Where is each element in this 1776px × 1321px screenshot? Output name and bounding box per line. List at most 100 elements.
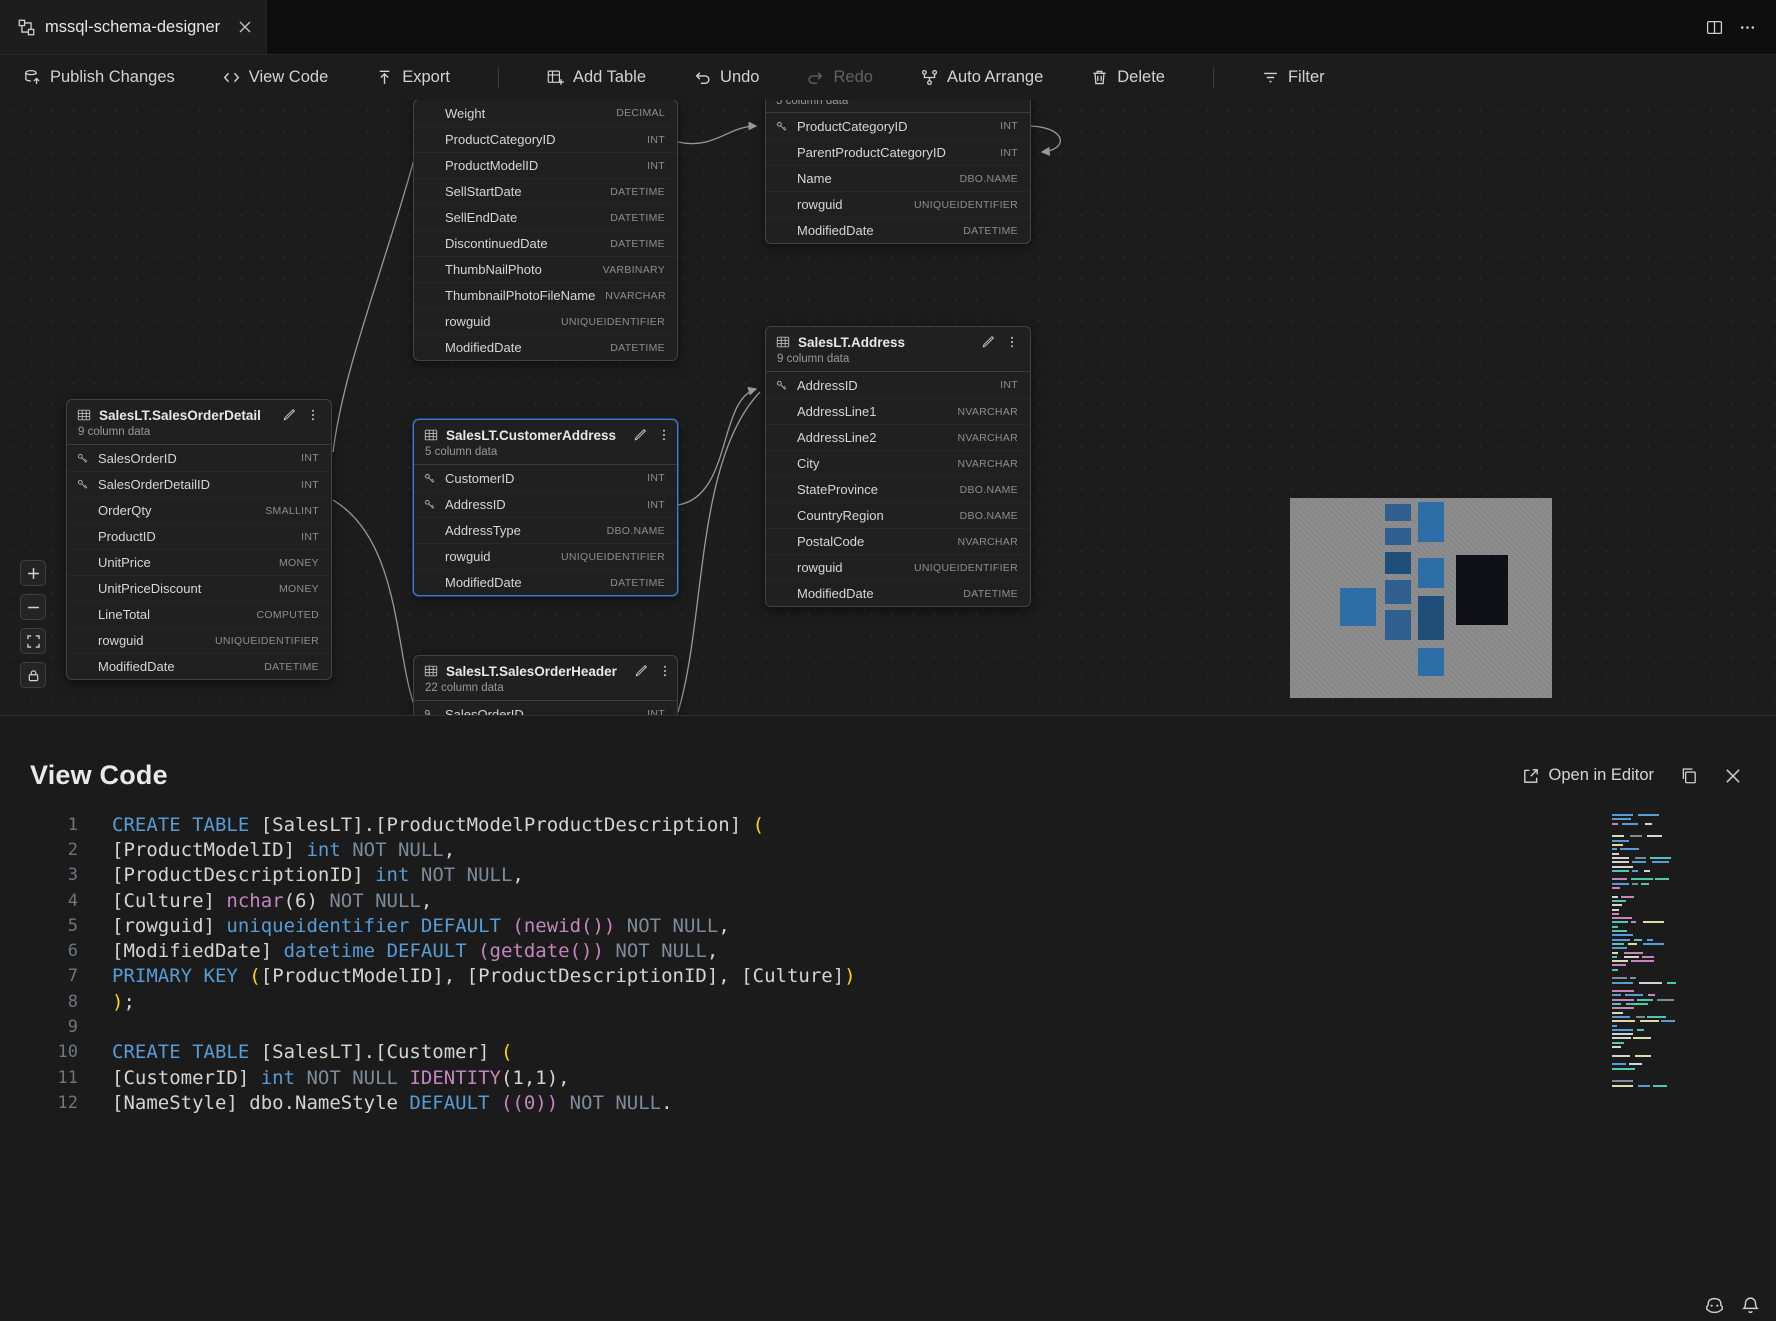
undo-button[interactable]: Undo bbox=[694, 68, 759, 87]
column-row[interactable]: LineTotalCOMPUTED bbox=[67, 601, 331, 627]
minimap-line bbox=[1612, 934, 1684, 936]
column-row[interactable]: rowguidUNIQUEIDENTIFIER bbox=[414, 308, 677, 334]
column-row[interactable]: rowguidUNIQUEIDENTIFIER bbox=[67, 627, 331, 653]
table-card-sales-order-detail[interactable]: SalesLT.SalesOrderDetail9 column dataSal… bbox=[66, 399, 332, 680]
more-actions-icon[interactable] bbox=[1739, 19, 1756, 36]
view-code-button[interactable]: View Code bbox=[223, 68, 329, 87]
table-card-address[interactable]: SalesLT.Address9 column dataAddressIDINT… bbox=[765, 326, 1031, 607]
code-line: 11[CustomerID] int NOT NULL IDENTITY(1,1… bbox=[0, 1065, 1776, 1090]
zoom-out-button[interactable] bbox=[20, 594, 46, 620]
edit-table-icon[interactable] bbox=[633, 663, 649, 679]
delete-button[interactable]: Delete bbox=[1091, 68, 1165, 87]
column-name: SellEndDate bbox=[445, 210, 517, 225]
zoom-in-button[interactable] bbox=[20, 560, 46, 586]
schema-canvas[interactable]: WeightDECIMALProductCategoryIDINTProduct… bbox=[0, 100, 1776, 715]
relationship-line bbox=[678, 126, 756, 144]
column-name: UnitPriceDiscount bbox=[98, 581, 201, 596]
table-card-sales-order-header[interactable]: SalesLT.SalesOrderHeader22 column dataSa… bbox=[413, 655, 678, 715]
auto-arrange-button[interactable]: Auto Arrange bbox=[921, 68, 1043, 87]
filter-icon bbox=[1262, 69, 1279, 86]
close-panel-icon[interactable] bbox=[1724, 767, 1742, 785]
column-row[interactable]: NameDBO.NAME bbox=[766, 165, 1030, 191]
minimap-line bbox=[1612, 870, 1684, 872]
column-row[interactable]: AddressLine2NVARCHAR bbox=[766, 424, 1030, 450]
add-table-button[interactable]: Add Table bbox=[547, 68, 646, 87]
copilot-icon[interactable] bbox=[1705, 1296, 1724, 1315]
column-row[interactable]: SalesOrderIDINT bbox=[67, 445, 331, 471]
column-row[interactable]: OrderQtySMALLINT bbox=[67, 497, 331, 523]
tab-mssql-schema-designer[interactable]: mssql-schema-designer bbox=[0, 0, 267, 54]
column-row[interactable]: ModifiedDateDATETIME bbox=[67, 653, 331, 679]
column-row[interactable]: AddressLine1NVARCHAR bbox=[766, 398, 1030, 424]
lock-button[interactable] bbox=[20, 662, 46, 688]
edit-table-icon[interactable] bbox=[980, 334, 996, 350]
publish-changes-button[interactable]: Publish Changes bbox=[24, 68, 175, 87]
code-token: NOT NULL bbox=[295, 1067, 409, 1089]
open-in-editor-button[interactable]: Open in Editor bbox=[1522, 766, 1654, 785]
table-card-product-category[interactable]: 5 column dataProductCategoryIDINTParentP… bbox=[765, 100, 1031, 244]
column-row[interactable]: CityNVARCHAR bbox=[766, 450, 1030, 476]
column-row[interactable]: ModifiedDateDATETIME bbox=[414, 569, 677, 595]
column-row[interactable]: SalesOrderIDINT bbox=[414, 701, 677, 715]
code-minimap[interactable] bbox=[1612, 814, 1684, 1089]
column-type: DBO.NAME bbox=[950, 484, 1018, 496]
column-row[interactable]: UnitPriceMONEY bbox=[67, 549, 331, 575]
column-row[interactable]: CustomerIDINT bbox=[414, 465, 677, 491]
column-type: DATETIME bbox=[600, 186, 665, 198]
relationship-line bbox=[333, 500, 414, 705]
code-token: NOT NULL bbox=[318, 890, 421, 912]
column-row[interactable]: AddressTypeDBO.NAME bbox=[414, 517, 677, 543]
column-row[interactable]: DiscontinuedDateDATETIME bbox=[414, 230, 677, 256]
edit-table-icon[interactable] bbox=[632, 427, 648, 443]
minimap-line bbox=[1612, 973, 1684, 975]
column-row[interactable]: ProductModelIDINT bbox=[414, 152, 677, 178]
column-row[interactable]: ModifiedDateDATETIME bbox=[414, 334, 677, 360]
table-icon bbox=[424, 428, 438, 442]
column-row[interactable]: WeightDECIMAL bbox=[414, 100, 677, 126]
redo-label: Redo bbox=[833, 68, 872, 87]
column-row[interactable]: ThumbNailPhotoVARBINARY bbox=[414, 256, 677, 282]
column-row[interactable]: SellStartDateDATETIME bbox=[414, 178, 677, 204]
column-row[interactable]: UnitPriceDiscountMONEY bbox=[67, 575, 331, 601]
column-row[interactable]: rowguidUNIQUEIDENTIFIER bbox=[414, 543, 677, 569]
column-row[interactable]: PostalCodeNVARCHAR bbox=[766, 528, 1030, 554]
column-type: INT bbox=[291, 452, 319, 464]
edit-table-icon[interactable] bbox=[281, 407, 297, 423]
column-row[interactable]: SalesOrderDetailIDINT bbox=[67, 471, 331, 497]
table-card-customer-address[interactable]: SalesLT.CustomerAddress5 column dataCust… bbox=[413, 419, 678, 596]
table-card-header: SalesLT.SalesOrderHeader22 column data bbox=[414, 656, 677, 701]
notifications-bell-icon[interactable] bbox=[1741, 1296, 1760, 1315]
column-row[interactable]: ProductCategoryIDINT bbox=[414, 126, 677, 152]
code-editor[interactable]: 1CREATE TABLE [SalesLT].[ProductModelPro… bbox=[0, 812, 1776, 1116]
fit-to-screen-button[interactable] bbox=[20, 628, 46, 654]
column-row[interactable]: StateProvinceDBO.NAME bbox=[766, 476, 1030, 502]
export-button[interactable]: Export bbox=[376, 68, 450, 87]
tab-close-icon[interactable] bbox=[238, 20, 252, 34]
table-menu-icon[interactable] bbox=[656, 427, 672, 443]
minimap-line bbox=[1612, 947, 1684, 949]
column-row[interactable]: AddressIDINT bbox=[766, 372, 1030, 398]
redo-button[interactable]: Redo bbox=[807, 68, 872, 87]
column-row[interactable]: CountryRegionDBO.NAME bbox=[766, 502, 1030, 528]
canvas-minimap[interactable] bbox=[1290, 498, 1552, 698]
column-row[interactable]: SellEndDateDATETIME bbox=[414, 204, 677, 230]
column-name: rowguid bbox=[797, 560, 843, 575]
table-card-product-partial[interactable]: WeightDECIMALProductCategoryIDINTProduct… bbox=[413, 100, 678, 361]
column-row[interactable]: rowguidUNIQUEIDENTIFIER bbox=[766, 554, 1030, 580]
column-row[interactable]: ProductCategoryIDINT bbox=[766, 113, 1030, 139]
filter-button[interactable]: Filter bbox=[1262, 68, 1325, 87]
column-row[interactable]: ModifiedDateDATETIME bbox=[766, 217, 1030, 243]
copy-icon[interactable] bbox=[1680, 767, 1698, 785]
table-menu-icon[interactable] bbox=[1004, 334, 1020, 350]
split-editor-icon[interactable] bbox=[1706, 19, 1723, 36]
column-row[interactable]: ProductIDINT bbox=[67, 523, 331, 549]
column-row[interactable]: ParentProductCategoryIDINT bbox=[766, 139, 1030, 165]
table-menu-icon[interactable] bbox=[305, 407, 321, 423]
column-row[interactable]: rowguidUNIQUEIDENTIFIER bbox=[766, 191, 1030, 217]
column-row[interactable]: AddressIDINT bbox=[414, 491, 677, 517]
table-menu-icon[interactable] bbox=[657, 663, 673, 679]
primary-key-icon bbox=[424, 473, 438, 484]
column-row[interactable]: ModifiedDateDATETIME bbox=[766, 580, 1030, 606]
column-row[interactable]: ThumbnailPhotoFileNameNVARCHAR bbox=[414, 282, 677, 308]
minimap-line bbox=[1612, 1063, 1684, 1065]
